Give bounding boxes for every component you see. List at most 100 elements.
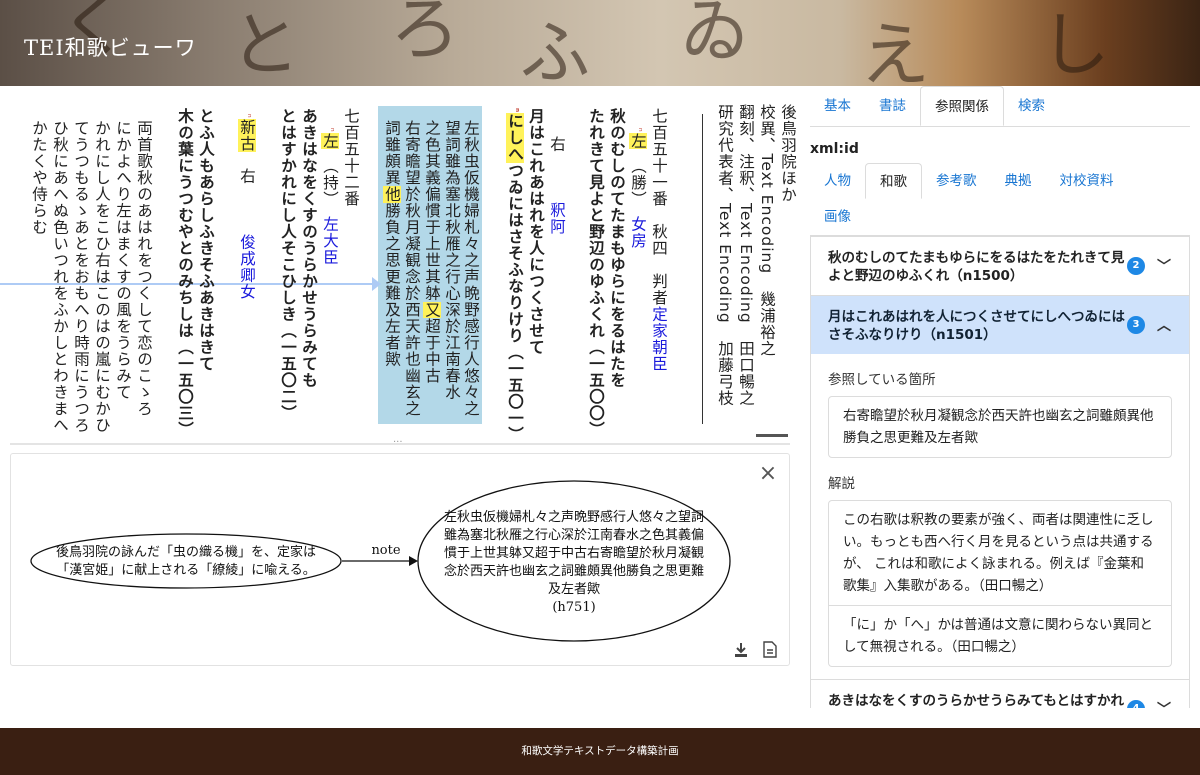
result-label: （持） bbox=[321, 165, 339, 200]
section-label: 参照している箇所 bbox=[828, 372, 936, 388]
app-title: TEI和歌ビューワ bbox=[24, 36, 197, 60]
graph-node-text: 左秋虫仮機婦札々之声晩野感行人悠々之望詞 bbox=[444, 509, 704, 525]
accordion-header[interactable]: あきはなをくすのうらかせうらみてもとはすかれにし人そこひしき（n1502） 4 … bbox=[811, 680, 1189, 708]
section-label: 解説 bbox=[828, 476, 855, 492]
graph-panel: 後鳥羽院の詠んだ「虫の織る機」を、定家は 「漢宮姫」に献上される「繚綾」に喩える… bbox=[10, 453, 790, 666]
file-export-icon[interactable] bbox=[763, 641, 777, 658]
sidebar: 基本 書誌 参照関係 検索 xml:id 人物 和歌 参考歌 典拠 対校資料 画… bbox=[810, 86, 1190, 708]
poem-title: 秋のむしのてたまもゆらにをるはたをたれきて見よと野辺のゆふくれ（n1500） bbox=[828, 250, 1125, 284]
tab-bibliography[interactable]: 書誌 bbox=[865, 86, 920, 126]
variant-highlight[interactable]: 又 bbox=[423, 301, 441, 318]
right-label: 右 bbox=[238, 168, 256, 185]
collection-tag[interactable]: 新古 bbox=[238, 118, 256, 152]
tab-references[interactable]: 参照関係 bbox=[920, 86, 1004, 126]
left-label-line: ⁿ左 （持） 左大臣 bbox=[319, 128, 340, 266]
tab-collation[interactable]: 対校資料 bbox=[1046, 163, 1128, 199]
graph-node-text: 慣于上世其躰又超于中古右寄瞻望於秋月凝観 bbox=[444, 545, 704, 561]
calligraphy-decoration: ゐ bbox=[680, 0, 750, 72]
note-card: この右歌は釈教の要素が強く、両者は関連性に乏しい。もっとも西へ行く月を見るという… bbox=[828, 500, 1172, 606]
poet-name[interactable]: 釈阿 bbox=[548, 202, 566, 235]
poem-line[interactable]: 木の葉にうつむやとのみちしは（一五〇三） bbox=[174, 108, 195, 438]
metadata-line: 研究代表者、Text Encoding 加藤弓枝 bbox=[716, 104, 734, 407]
count-badge: 3 bbox=[1127, 316, 1145, 334]
close-icon[interactable]: × bbox=[757, 463, 779, 486]
arrow-head-icon bbox=[372, 277, 381, 291]
poem-title: あきはなをくすのうらかせうらみてもとはすかれにし人そこひしき（n1502） bbox=[828, 693, 1125, 708]
xmlid-label: xml:id bbox=[810, 141, 859, 157]
calligraphy-decoration: と bbox=[230, 4, 300, 86]
poem-line[interactable]: とふ人もあらしふきそふあきはきて bbox=[195, 108, 216, 372]
left-label-line: ⁿ左 （勝） 女房 bbox=[627, 128, 648, 249]
accordion-header[interactable]: 秋のむしのてたまもゆらにをるはたをたれきて見よと野辺のゆふくれ（n1500） 2… bbox=[811, 237, 1189, 295]
left-label[interactable]: 左 bbox=[629, 132, 647, 150]
result-label: （勝） bbox=[629, 165, 647, 200]
tab-search[interactable]: 検索 bbox=[1004, 86, 1059, 126]
judgment-text: 勝負之思更難及左者歟 bbox=[383, 202, 401, 368]
accordion-header[interactable]: 月はこれあはれを人につくさせてにしへつゐにはさそふなりけり（n1501） 3 ︿ bbox=[811, 296, 1189, 354]
graph-node-id: (h751) bbox=[552, 600, 595, 615]
left-label[interactable]: 左 bbox=[321, 132, 339, 150]
calligraphy-decoration: ろ bbox=[390, 0, 460, 70]
round-title: 七百五十一番 秋四 判者 bbox=[650, 108, 668, 306]
poem-line[interactable]: たれきて見よと野辺のゆふくれ（一五〇〇） bbox=[585, 108, 606, 438]
poet-name[interactable]: 女房 bbox=[629, 216, 647, 249]
accordion-body: 参照している箇所 右寄瞻望於秋月凝観念於西天許也幽玄之詞雖頗異他勝負之思更難及左… bbox=[811, 368, 1189, 679]
graph-node-text: 及左者歟 bbox=[548, 582, 600, 597]
tab-basic[interactable]: 基本 bbox=[810, 86, 865, 126]
poet-name[interactable]: 俊成卿女 bbox=[238, 234, 256, 300]
divider bbox=[702, 114, 703, 424]
waka-accordion: 秋のむしのてたまもゆらにをるはたをたれきて見よと野辺のゆふくれ（n1500） 2… bbox=[810, 236, 1190, 708]
tab-persons[interactable]: 人物 bbox=[810, 163, 865, 199]
judge-name[interactable]: 定家朝臣 bbox=[650, 306, 668, 372]
judgment-line[interactable]: 右寄瞻望於秋月凝観念於西天許也幽玄之 bbox=[401, 120, 422, 417]
judgment-line[interactable]: 詞雖頗異他勝負之思更難及左者歟 bbox=[381, 120, 402, 368]
note-card: 「に」か「へ」かは普通は文意に関わらない異同として無視される。（田口暢之） bbox=[828, 606, 1172, 667]
chevron-up-icon[interactable]: ︿ bbox=[1157, 317, 1171, 335]
note-marker-icon[interactable]: ⁿ bbox=[633, 128, 643, 133]
poem-title: 月はこれあはれを人につくさせてにしへつゐにはさそふなりけり（n1501） bbox=[828, 309, 1125, 343]
poem-text: つゐにはさそふなりけり（一五〇一） bbox=[506, 162, 524, 441]
commentary-line: てうつもるゝあとをおもへり時雨にうつろ bbox=[72, 120, 90, 434]
commentary-line: にかよへり左はまくすの風をうらみて bbox=[114, 120, 132, 401]
calligraphy-decoration: え bbox=[860, 14, 930, 86]
note-marker-icon[interactable]: ⁿ bbox=[242, 114, 252, 119]
chevron-down-icon[interactable]: ﹀ bbox=[1157, 701, 1171, 708]
graph-edge-label: note bbox=[371, 543, 400, 558]
tab-sources[interactable]: 典拠 bbox=[991, 163, 1046, 199]
calligraphy-decoration: ふ bbox=[520, 12, 590, 86]
metadata-line: 後鳥羽院ほか bbox=[779, 104, 797, 203]
poem-line[interactable]: ⁿにしへつゐにはさそふなりけり（一五〇一） bbox=[504, 108, 525, 441]
judgment-line[interactable]: 左秋虫仮機婦札々之声晩野感行人悠々之 bbox=[460, 120, 481, 417]
footer: 和歌文学テキストデータ構築計画 bbox=[0, 728, 1200, 775]
relation-graph: 後鳥羽院の詠んだ「虫の織る機」を、定家は 「漢宮姫」に献上される「繚綾」に喩える… bbox=[30, 480, 731, 642]
tab-images[interactable]: 画像 bbox=[810, 199, 1190, 235]
chevron-down-icon[interactable]: ﹀ bbox=[1157, 258, 1171, 276]
poem-line[interactable]: 秋のむしのてたまもゆらにをるはたを bbox=[606, 108, 627, 389]
poem-line[interactable]: あきはなをくすのうらかせうらみても bbox=[298, 108, 319, 389]
variant-highlight[interactable]: にしへ bbox=[506, 113, 524, 163]
accordion-item: 月はこれあはれを人につくさせてにしへつゐにはさそふなりけり（n1501） 3 ︿… bbox=[811, 295, 1189, 679]
tab-reference-poems[interactable]: 参考歌 bbox=[922, 163, 991, 199]
poem-line[interactable]: とはすかれにし人そこひしき（一五〇二） bbox=[277, 108, 298, 422]
note-marker-icon[interactable]: ⁿ bbox=[325, 128, 335, 133]
poet-name[interactable]: 左大臣 bbox=[321, 216, 339, 266]
variant-highlight[interactable]: 他 bbox=[383, 186, 401, 203]
graph-node-text: 念於西天許也幽玄之詞雖頗異他勝負之思更難 bbox=[444, 563, 704, 579]
graph-node-note[interactable] bbox=[30, 533, 342, 589]
judgment-line[interactable]: 望詞雖為塞北秋雁之行心深於江南春水 bbox=[441, 120, 462, 401]
calligraphy-decoration: し bbox=[1040, 4, 1110, 86]
graph-node-text: 後鳥羽院の詠んだ「虫の織る機」を、定家は bbox=[56, 544, 316, 560]
tab-waka[interactable]: 和歌 bbox=[865, 163, 922, 199]
drag-handle-icon[interactable]: ··· bbox=[393, 437, 403, 448]
right-label: 右 bbox=[548, 136, 566, 153]
commentary-line: かれにし人をこひ右はこのはの嵐にむかひ bbox=[93, 120, 111, 434]
graph-node-judgment[interactable] bbox=[417, 480, 731, 642]
sub-tabs: 人物 和歌 参考歌 典拠 対校資料 画像 bbox=[810, 163, 1190, 236]
right-label-line: ⁿ新古 右 俊成卿女 bbox=[236, 114, 257, 300]
graph-node-text: 「漢宮姫」に献上される「繚綾」に喩える。 bbox=[56, 562, 316, 578]
download-icon[interactable] bbox=[733, 642, 749, 658]
commentary-line: ひ秋にあへぬ色いつれをふかしとわきまへ bbox=[51, 120, 69, 434]
judgment-line[interactable]: 之色其義偏慣于上世其躰又超于中古 bbox=[421, 120, 442, 384]
reference-card[interactable]: 右寄瞻望於秋月凝観念於西天許也幽玄之詞雖頗異他勝負之思更難及左者歟 bbox=[828, 396, 1172, 458]
poem-line[interactable]: 月はこれあはれを人につくさせて bbox=[525, 108, 546, 356]
